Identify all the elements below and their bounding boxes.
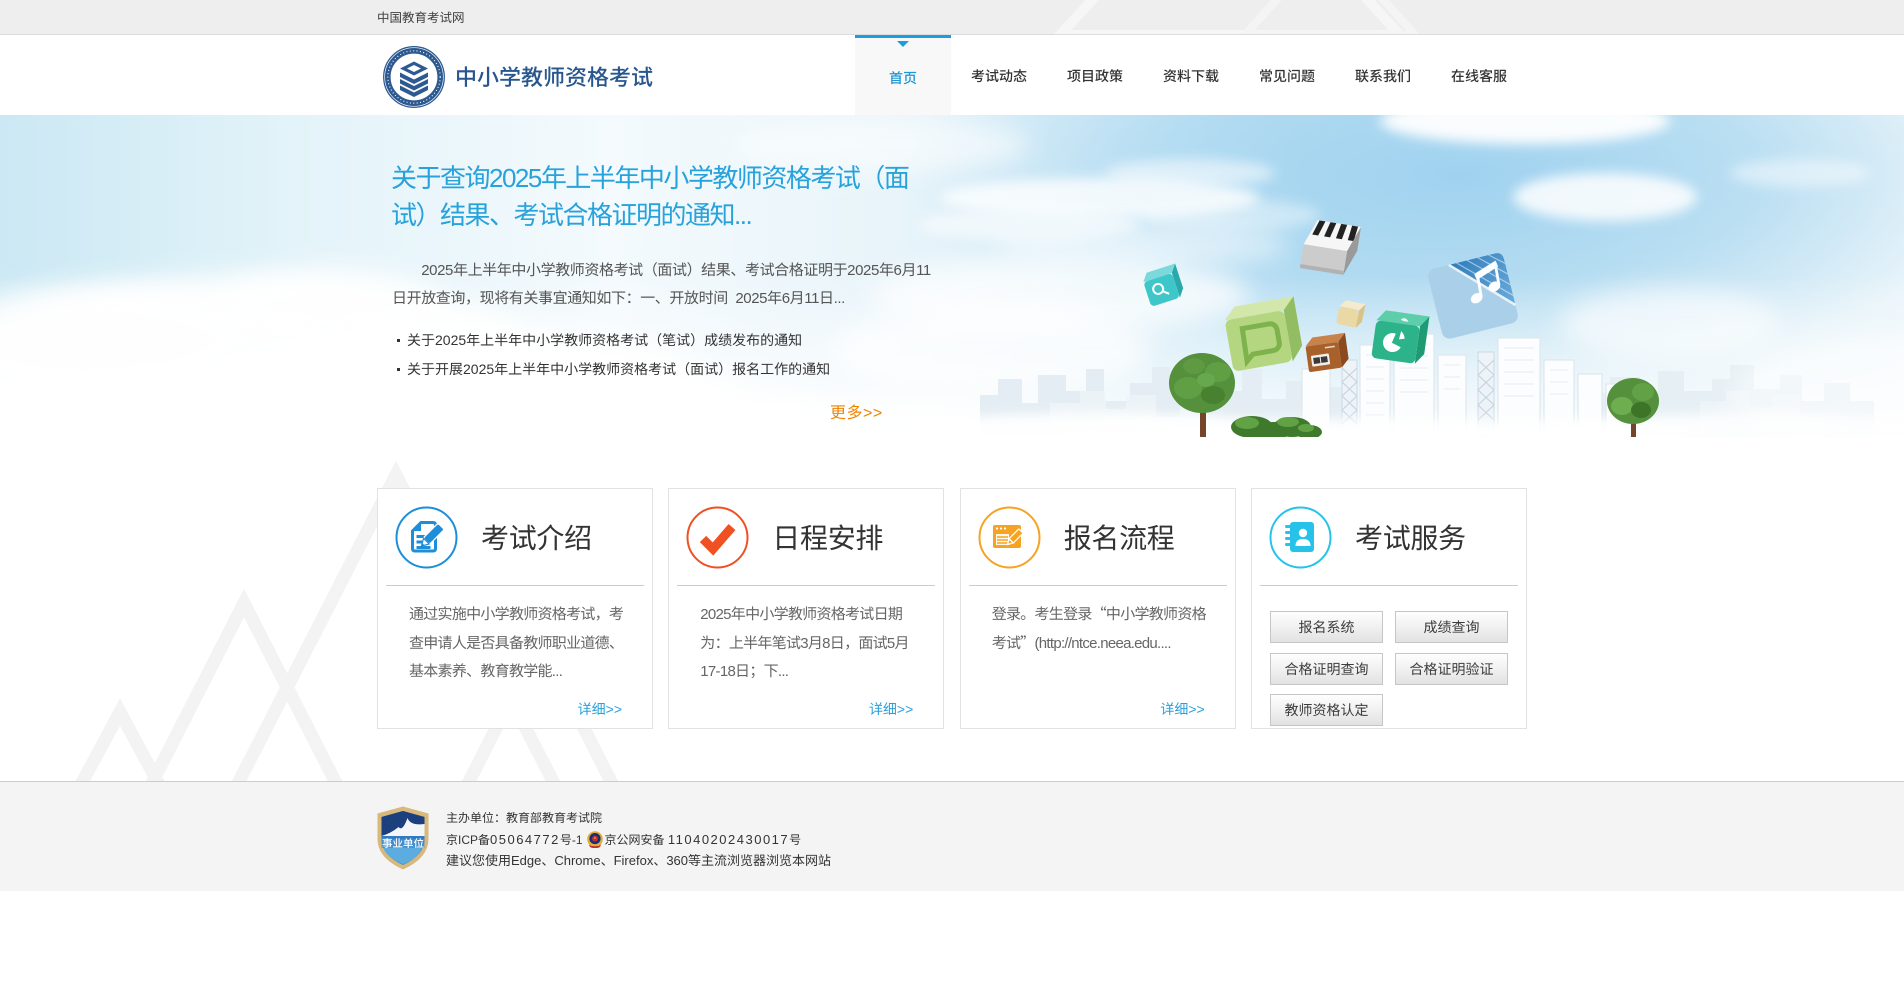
svg-text:事业单位: 事业单位 [382,836,424,851]
